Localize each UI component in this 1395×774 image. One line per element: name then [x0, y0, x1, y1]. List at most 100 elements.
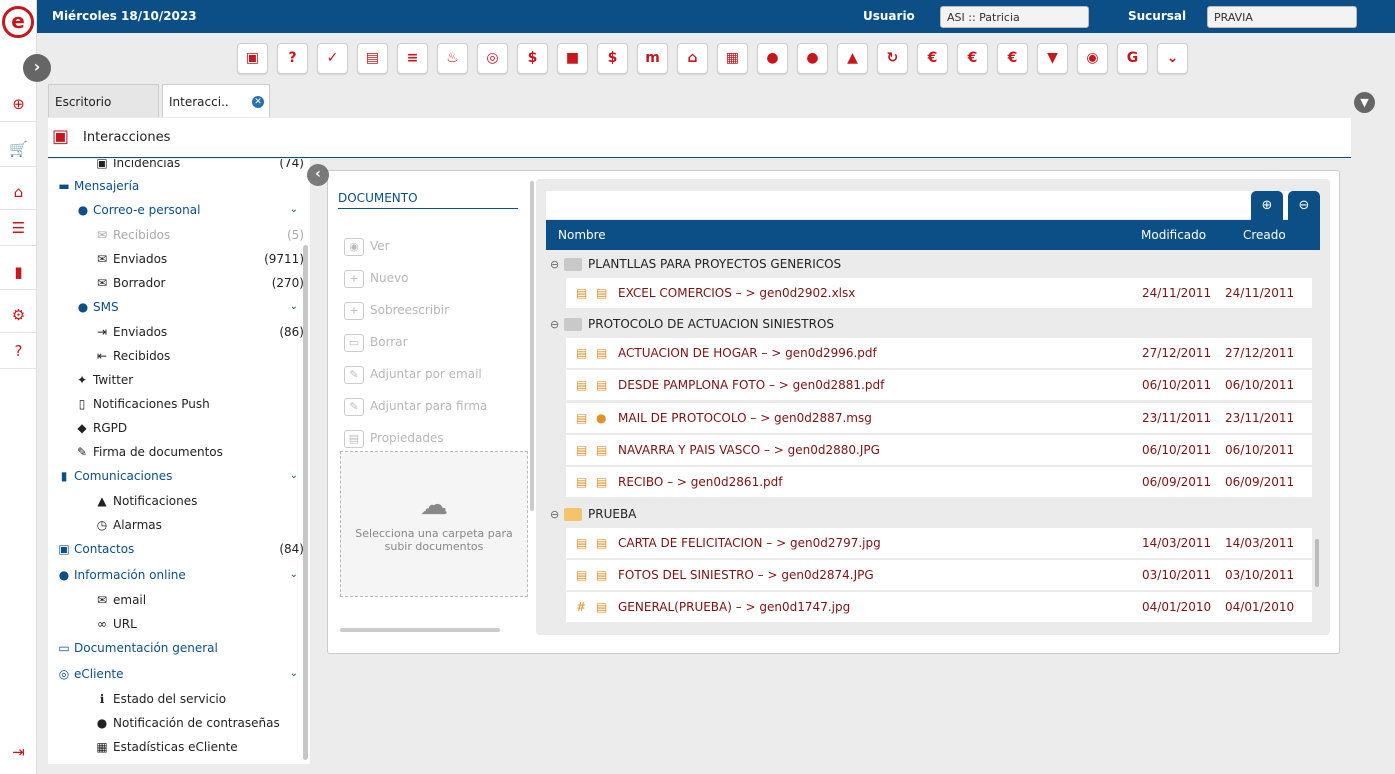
- tree-item[interactable]: ● SMS ⌄: [48, 297, 304, 317]
- folder-group[interactable]: ⊖ PRUEBA: [550, 502, 636, 526]
- column-modified[interactable]: Modificado: [1141, 220, 1206, 250]
- tree-item[interactable]: ✉ email: [48, 590, 304, 610]
- grid-scrollbar[interactable]: [1315, 539, 1319, 587]
- column-name[interactable]: Nombre: [558, 220, 606, 250]
- tree-item[interactable]: ◆ RGPD: [48, 418, 304, 438]
- grid-filter-bar[interactable]: [546, 191, 1320, 219]
- vertical-splitter[interactable]: [530, 181, 534, 511]
- chevron-down-icon[interactable]: ⌄: [290, 297, 298, 317]
- file-row[interactable]: ▤ ▤ DESDE PAMPLONA FOTO – > gen0d2881.pdf 0…: [566, 370, 1312, 400]
- tree-item[interactable]: ▯ Notificaciones Push: [48, 394, 304, 414]
- tree-item[interactable]: ℹ Estado del servicio: [48, 689, 304, 709]
- collapse-group-icon[interactable]: ⊖: [550, 503, 560, 527]
- chevron-down-icon[interactable]: ⌄: [290, 664, 298, 684]
- tree-item[interactable]: ▣ Contactos (84): [48, 539, 304, 559]
- tree-item[interactable]: ✎ Firma de documentos: [48, 442, 304, 462]
- action-properties[interactable]: ▤ Propiedades: [344, 426, 444, 450]
- expand-all-button[interactable]: ⊕: [1251, 191, 1283, 221]
- action-new[interactable]: + Nuevo: [344, 266, 408, 290]
- money-icon[interactable]: $: [517, 43, 548, 74]
- file-row[interactable]: ▤ ▤ ACTUACION DE HOGAR – > gen0d2996.pdf 27…: [566, 338, 1312, 368]
- action-attach-sign[interactable]: ✎ Adjuntar para firma: [344, 394, 487, 418]
- chevron-down-icon[interactable]: ⌄: [1157, 43, 1188, 74]
- bar-chart-icon[interactable]: ▮: [0, 254, 37, 290]
- person-euro-icon[interactable]: €: [917, 43, 948, 74]
- file-row[interactable]: ▤ ▤ EXCEL COMERCIOS – > gen0d2902.xlsx 24/1…: [566, 278, 1312, 308]
- tab-interacciones[interactable]: Interacci.. ✕: [162, 84, 270, 117]
- tree-item[interactable]: ◷ Alarmas: [48, 515, 304, 535]
- tree-item[interactable]: ● Correo-e personal ⌄: [48, 200, 304, 220]
- collapse-tree-button[interactable]: ‹: [307, 164, 329, 186]
- document-icon[interactable]: ▤: [357, 43, 388, 74]
- action-view[interactable]: ◉ Ver: [344, 234, 390, 258]
- euro-icon[interactable]: €: [957, 43, 988, 74]
- eye-icon[interactable]: ◉: [1077, 43, 1108, 74]
- chevron-down-icon[interactable]: ⌄: [290, 200, 298, 220]
- cart-icon[interactable]: 🛒: [0, 131, 37, 167]
- house-doc-icon[interactable]: ⌂: [0, 174, 37, 210]
- house-icon[interactable]: ⌂: [677, 43, 708, 74]
- gear-icon[interactable]: ⚙: [0, 297, 37, 333]
- people-icon[interactable]: ●: [797, 43, 828, 74]
- tree-item[interactable]: ✉ Borrador (270): [48, 273, 304, 293]
- tree-item[interactable]: ▬ Mensajería: [48, 176, 304, 196]
- file-row[interactable]: ▤ ▤ FOTOS DEL SINIESTRO – > gen0d2874.JPG 0…: [566, 560, 1312, 590]
- file-row[interactable]: ▤ ▤ RECIBO – > gen0d2861.pdf 06/09/2011 06/0…: [566, 467, 1312, 497]
- target-icon[interactable]: ◎: [477, 43, 508, 74]
- building-icon[interactable]: ▦: [717, 43, 748, 74]
- tab-escritorio[interactable]: Escritorio: [48, 84, 159, 117]
- file-row[interactable]: # ▤ GENERAL(PRUEBA) – > gen0d1747.jpg 04/01…: [566, 592, 1312, 622]
- tree-item[interactable]: ● Notificación de contraseñas: [48, 713, 304, 733]
- plus-circle-icon[interactable]: ⊕: [0, 86, 37, 122]
- action-attach-email[interactable]: ✎ Adjuntar por email: [344, 362, 482, 386]
- collapse-group-icon[interactable]: ⊖: [550, 313, 560, 337]
- tree-item[interactable]: ✦ Twitter: [48, 370, 304, 390]
- chevron-down-icon[interactable]: ⌄: [290, 565, 298, 585]
- tree-item[interactable]: ⇥ Enviados (86): [48, 322, 304, 342]
- person-check-icon[interactable]: ✓: [317, 43, 348, 74]
- file-row[interactable]: ▤ ● MAIL DE PROTOCOLO – > gen0d2887.msg 23/…: [566, 403, 1312, 433]
- action-overwrite[interactable]: + Sobreescribir: [344, 298, 449, 322]
- m-logo-icon[interactable]: m: [637, 43, 668, 74]
- fire-icon[interactable]: ♨: [437, 43, 468, 74]
- logout-icon[interactable]: ⇥: [0, 734, 37, 770]
- chevron-down-icon[interactable]: ⌄: [290, 466, 298, 486]
- tree-item[interactable]: ▲ Notificaciones: [48, 491, 304, 511]
- tree-item[interactable]: ⇤ Recibidos: [48, 346, 304, 366]
- bag-icon[interactable]: $: [597, 43, 628, 74]
- person-icon[interactable]: ●: [757, 43, 788, 74]
- tree-scrollbar[interactable]: [303, 245, 308, 760]
- folder-group[interactable]: ⊖ PLANTLLAS PARA PROYECTOS GENERICOS: [550, 252, 841, 276]
- tree-item[interactable]: ◎ eCliente ⌄: [48, 664, 304, 684]
- tree-item[interactable]: ▭ Documentación general: [48, 638, 304, 658]
- briefcase-icon[interactable]: ■: [557, 43, 588, 74]
- branch-field[interactable]: PRAVIA: [1207, 6, 1357, 28]
- tree-item[interactable]: ▦ Estadísticas eCliente: [48, 737, 304, 757]
- folder-group[interactable]: ⊖ PROTOCOLO DE ACTUACION SINIESTROS: [550, 312, 834, 336]
- shield-down-icon[interactable]: ▼: [1037, 43, 1068, 74]
- cycle-icon[interactable]: ↻: [877, 43, 908, 74]
- buildings-icon[interactable]: ▲: [837, 43, 868, 74]
- tree-item[interactable]: ▣ Incidencias (74): [48, 159, 304, 173]
- upload-dropzone[interactable]: ☁ Selecciona una carpeta para subir docu…: [340, 451, 528, 597]
- help-icon[interactable]: ?: [0, 333, 37, 369]
- column-created[interactable]: Creado: [1243, 220, 1286, 250]
- tree-item[interactable]: ∞ URL: [48, 614, 304, 634]
- file-row[interactable]: ▤ ▤ NAVARRA Y PAIS VASCO – > gen0d2880.JPG…: [566, 435, 1312, 465]
- action-delete[interactable]: ▭ Borrar: [344, 330, 408, 354]
- house-euro-icon[interactable]: €: [997, 43, 1028, 74]
- expand-sidebar-button[interactable]: ›: [23, 54, 51, 82]
- list-icon[interactable]: ≡: [397, 43, 428, 74]
- tree-item[interactable]: ● Información online ⌄: [48, 565, 304, 585]
- g-logo-icon[interactable]: G: [1117, 43, 1148, 74]
- collapse-all-button[interactable]: ⊖: [1288, 191, 1320, 221]
- cube-icon[interactable]: ▣: [237, 43, 268, 74]
- person-question-icon[interactable]: ?: [277, 43, 308, 74]
- collapse-group-icon[interactable]: ⊖: [550, 253, 560, 277]
- user-field[interactable]: ASI :: Patricia: [940, 6, 1089, 28]
- app-logo[interactable]: e: [2, 6, 34, 38]
- sliders-icon[interactable]: ☰: [0, 210, 37, 246]
- chevron-down-icon[interactable]: ▼: [1354, 92, 1375, 113]
- file-row[interactable]: ▤ ▤ CARTA DE FELICITACION – > gen0d2797.jp…: [566, 528, 1312, 558]
- close-icon[interactable]: ✕: [252, 96, 264, 108]
